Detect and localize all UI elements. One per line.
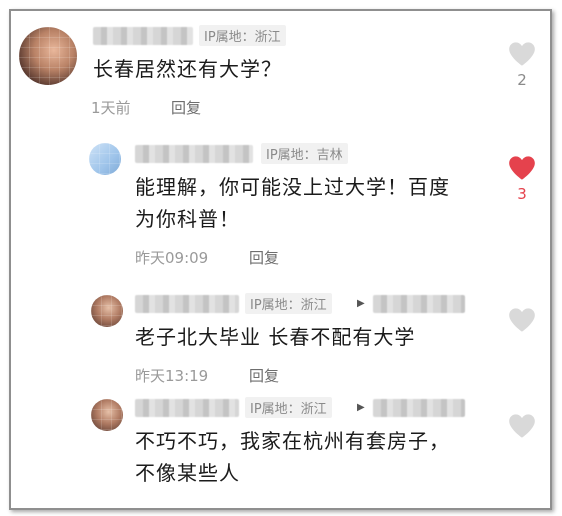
username-blurred[interactable] [135, 295, 239, 313]
avatar[interactable] [91, 399, 123, 431]
comment-text: 长春居然还有大学？ [93, 57, 282, 81]
like-count: 2 [517, 71, 527, 89]
reply-arrow-icon: ▶ [357, 298, 365, 309]
comment-text-line: 不巧不巧，我家在杭州有套房子， [135, 429, 450, 453]
reply-to-username-blurred[interactable] [373, 295, 465, 313]
username-blurred[interactable] [135, 399, 239, 417]
comment-time: 1天前 [91, 99, 131, 117]
avatar[interactable] [19, 27, 77, 85]
avatar[interactable] [89, 143, 121, 175]
comment-text-line: 不像某些人 [135, 461, 240, 485]
comment-text: 老子北大毕业 长春不配有大学 [135, 325, 416, 349]
like-button[interactable] [507, 413, 537, 439]
comment-time: 昨天13:19 [135, 367, 209, 385]
like-count: 3 [517, 185, 527, 203]
comment-text-line: 能理解，你可能没上过大学！百度 [135, 175, 450, 199]
reply-arrow-icon: ▶ [357, 402, 365, 413]
like-button[interactable] [507, 307, 537, 333]
heart-icon [509, 42, 535, 66]
like-button[interactable]: 3 [507, 155, 537, 203]
comment-text: 不巧不巧，我家在杭州有套房子， 不像某些人 [135, 425, 450, 489]
comment-thread: IP属地：浙江 长春居然还有大学？ 1天前 回复 2 IP属地：吉林 能理解，你… [9, 9, 552, 510]
heart-icon [509, 414, 535, 438]
like-button[interactable]: 2 [507, 41, 537, 89]
ip-location: IP属地：吉林 [261, 143, 348, 164]
ip-location: IP属地：浙江 [245, 293, 332, 314]
avatar[interactable] [91, 295, 123, 327]
username-blurred[interactable] [93, 27, 193, 45]
reply-button[interactable]: 回复 [249, 365, 279, 386]
reply-button[interactable]: 回复 [249, 247, 279, 268]
comment-time: 昨天09:09 [135, 249, 209, 267]
ip-location: IP属地：浙江 [199, 25, 286, 46]
reply-to-username-blurred[interactable] [373, 399, 465, 417]
heart-icon [509, 156, 535, 180]
comment-text-line: 为你科普！ [135, 207, 240, 231]
ip-location: IP属地：浙江 [245, 397, 332, 418]
username-blurred[interactable] [135, 145, 253, 163]
comment-text: 能理解，你可能没上过大学！百度 为你科普！ [135, 171, 450, 235]
heart-icon [509, 308, 535, 332]
reply-button[interactable]: 回复 [171, 97, 201, 118]
